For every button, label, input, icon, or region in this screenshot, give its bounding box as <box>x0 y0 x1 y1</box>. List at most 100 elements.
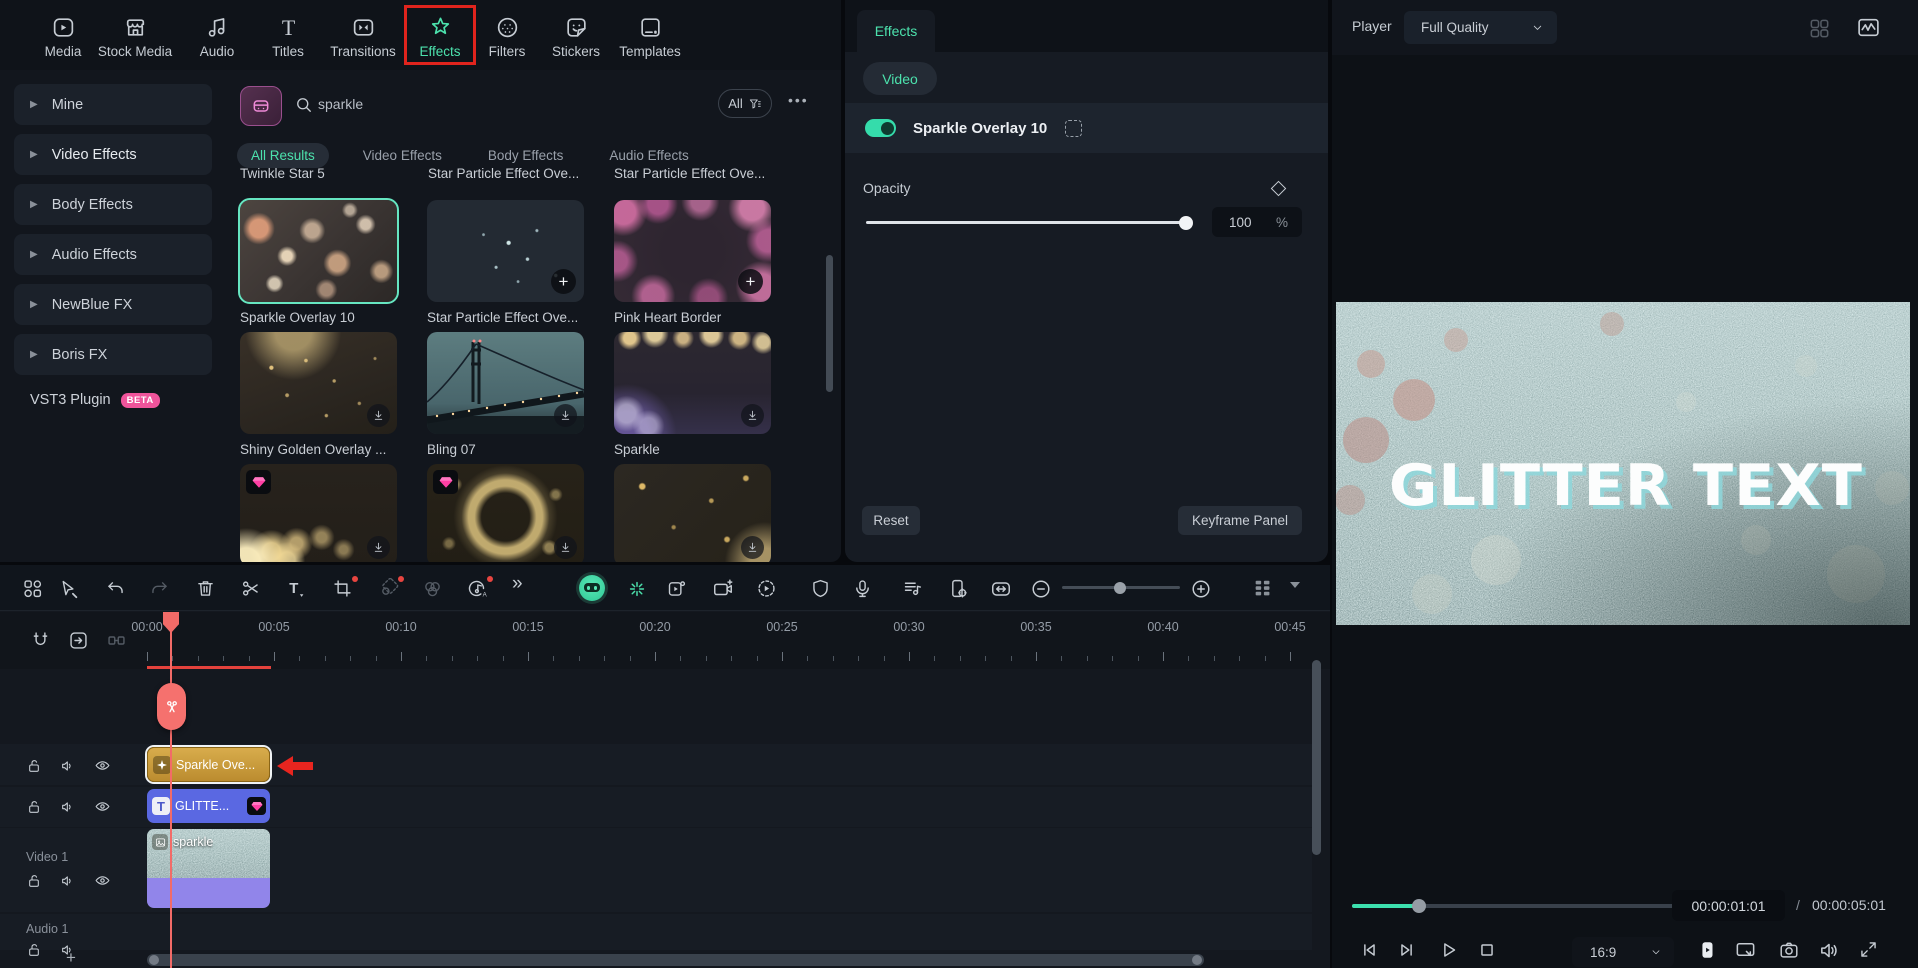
effect-thumb-bling-07[interactable] <box>427 332 584 434</box>
text-tool-icon[interactable]: T <box>285 578 306 599</box>
scrollbar-left-cap[interactable] <box>149 955 159 965</box>
add-icon[interactable]: + <box>738 269 763 294</box>
zoom-slider-handle[interactable] <box>1114 581 1126 594</box>
clip-glitter-text[interactable]: T GLITTE... <box>147 789 270 823</box>
effect-enable-toggle[interactable] <box>865 119 896 137</box>
effect-thumb-pink-heart-border[interactable]: + <box>614 200 771 302</box>
effect-thumb-sparkle-overlay-10[interactable] <box>238 198 399 304</box>
effect-thumb-shiny-golden-overlay[interactable] <box>240 332 397 434</box>
mirror-display-button[interactable] <box>1734 939 1757 962</box>
sidebar-item-body-effects[interactable]: ▶ Body Effects <box>14 184 212 225</box>
track-manager-icon[interactable] <box>1252 578 1274 600</box>
clip-width-icon[interactable] <box>990 578 1012 600</box>
tab-all-results[interactable]: All Results <box>237 142 329 168</box>
ai-audio-tool-icon[interactable]: AI <box>466 576 494 600</box>
device-settings-icon[interactable] <box>948 578 969 599</box>
timeline-zoom-slider[interactable] <box>1062 581 1180 594</box>
record-play-icon[interactable] <box>756 578 777 599</box>
seek-handle[interactable] <box>1412 899 1426 913</box>
select-cursor-icon[interactable] <box>58 578 79 599</box>
download-icon[interactable] <box>741 404 764 427</box>
delete-icon[interactable] <box>195 578 216 599</box>
redo-icon[interactable] <box>149 578 170 599</box>
nav-titles[interactable]: T Titles <box>245 8 331 66</box>
tab-effects-properties[interactable]: Effects <box>857 10 935 52</box>
group-clips-icon[interactable] <box>106 630 127 651</box>
lock-icon[interactable] <box>26 758 42 774</box>
timeline-ruler[interactable]: 00:00 00:05 00:10 00:15 00:20 00:25 00:30 00:35… <box>0 612 1330 669</box>
add-track-button[interactable]: + <box>66 948 76 968</box>
more-options-button[interactable]: ••• <box>788 92 809 108</box>
download-icon[interactable] <box>741 536 764 559</box>
timeline-vertical-scrollbar[interactable] <box>1312 660 1321 855</box>
eye-icon[interactable] <box>94 798 111 815</box>
effect-thumb-row3-1[interactable] <box>240 464 397 562</box>
tab-body-effects[interactable]: Body Effects <box>488 148 564 163</box>
keyframe-panel-button[interactable]: Keyframe Panel <box>1178 506 1302 535</box>
shield-icon[interactable] <box>810 578 831 599</box>
video-section-pill[interactable]: Video <box>863 62 937 95</box>
color-match-icon[interactable] <box>422 578 443 599</box>
cut-scissors-icon[interactable] <box>240 578 261 599</box>
sidebar-item-mine[interactable]: ▶ Mine <box>14 84 212 125</box>
magnet-snap-icon[interactable] <box>30 630 51 651</box>
quick-cut-button[interactable] <box>157 683 186 730</box>
camera-add-icon[interactable] <box>712 578 734 600</box>
effect-thumb-sparkle[interactable] <box>614 332 771 434</box>
smart-cut-icon[interactable] <box>626 578 648 600</box>
opacity-value-box[interactable]: 100 % <box>1212 207 1302 237</box>
play-on-device-button[interactable] <box>1696 939 1718 961</box>
crop-tool-icon[interactable] <box>332 576 358 600</box>
stop-button[interactable] <box>1476 939 1498 961</box>
nav-stock-media[interactable]: Stock Media <box>92 8 178 66</box>
sidebar-item-video-effects[interactable]: ▶ Video Effects <box>14 134 212 175</box>
download-icon[interactable] <box>367 536 390 559</box>
scope-waveform-icon[interactable] <box>1856 15 1881 40</box>
video-preview[interactable]: GLITTER TEXT GLITTER TEXT <box>1336 302 1910 625</box>
microphone-icon[interactable] <box>852 578 873 599</box>
eye-icon[interactable] <box>94 757 111 774</box>
lock-icon[interactable] <box>26 942 42 958</box>
volume-button[interactable] <box>1818 939 1841 962</box>
scrollbar-right-cap[interactable] <box>1192 955 1202 965</box>
download-icon[interactable] <box>554 404 577 427</box>
nav-templates[interactable]: Templates <box>607 8 693 66</box>
snapshot-camera-button[interactable] <box>1778 939 1800 961</box>
track-manager-caret[interactable] <box>1290 582 1300 588</box>
filter-all-button[interactable]: All <box>718 89 772 118</box>
aspect-ratio-dropdown[interactable]: 16:9 <box>1572 937 1674 967</box>
speaker-icon[interactable] <box>60 873 76 889</box>
seek-bar[interactable] <box>1352 899 1682 913</box>
layout-grid-icon[interactable] <box>1808 17 1831 40</box>
reset-button[interactable]: Reset <box>862 506 920 535</box>
effect-thumb-row3-3[interactable] <box>614 464 771 562</box>
fullscreen-button[interactable] <box>1858 939 1879 960</box>
ai-media-chip[interactable] <box>240 86 282 126</box>
ai-assistant-button[interactable] <box>579 575 605 601</box>
link-clips-icon[interactable] <box>68 630 89 651</box>
speaker-icon[interactable] <box>60 799 76 815</box>
tab-video-effects[interactable]: Video Effects <box>363 148 442 163</box>
nav-transitions[interactable]: Transitions <box>320 8 406 66</box>
opacity-slider[interactable] <box>866 215 1193 230</box>
toolbox-icon[interactable] <box>22 578 43 599</box>
playhead-line[interactable] <box>170 612 172 968</box>
lock-icon[interactable] <box>26 873 42 889</box>
effect-thumb-row3-2[interactable] <box>427 464 584 562</box>
eye-icon[interactable] <box>94 872 111 889</box>
previous-frame-button[interactable] <box>1358 939 1380 961</box>
music-list-icon[interactable] <box>902 578 923 599</box>
timeline-horizontal-scrollbar[interactable] <box>147 954 1204 966</box>
play-button[interactable] <box>1438 939 1460 961</box>
quality-dropdown[interactable]: Full Quality <box>1404 11 1557 44</box>
opacity-slider-handle[interactable] <box>1179 215 1193 230</box>
add-icon[interactable]: + <box>551 269 576 294</box>
download-icon[interactable] <box>554 536 577 559</box>
download-icon[interactable] <box>367 404 390 427</box>
sidebar-item-audio-effects[interactable]: ▶ Audio Effects <box>14 234 212 275</box>
mask-selection-icon[interactable] <box>1065 119 1083 137</box>
mask-tool-icon[interactable] <box>378 576 404 600</box>
lock-icon[interactable] <box>26 799 42 815</box>
clip-preview-icon[interactable] <box>666 578 687 599</box>
zoom-out-icon[interactable] <box>1030 578 1052 600</box>
